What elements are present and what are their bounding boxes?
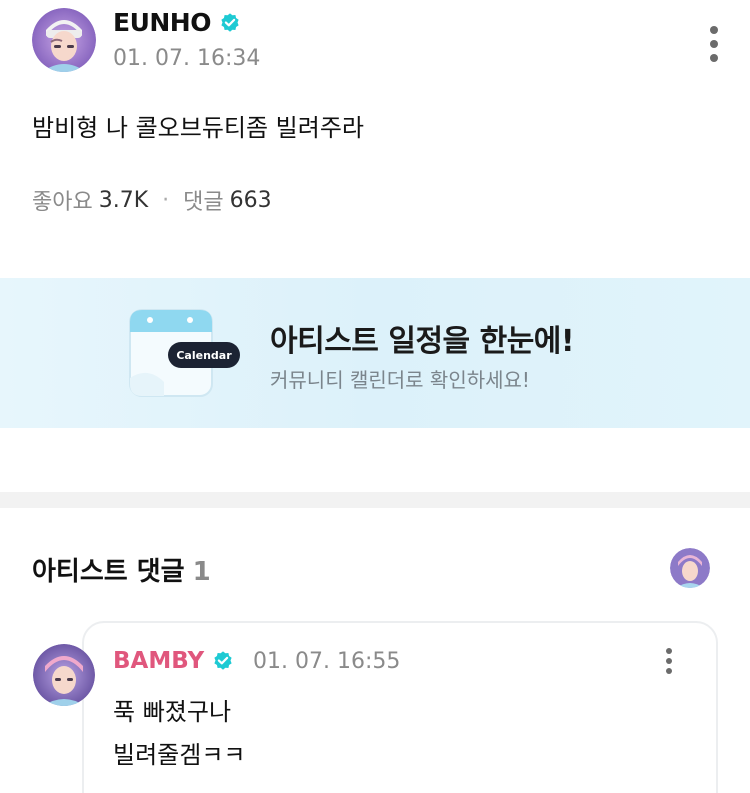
artist-comments-header: 아티스트 댓글 1 — [32, 551, 211, 588]
artist-avatar-small[interactable] — [670, 548, 710, 588]
likes-count[interactable]: 3.7K — [99, 188, 148, 213]
post-header: EUNHO 01. 07. 16:34 — [32, 8, 732, 74]
banner-title: 아티스트 일정을 한눈에! — [270, 324, 575, 359]
comments-count[interactable]: 663 — [230, 188, 272, 213]
author-avatar[interactable] — [32, 8, 96, 72]
more-dot — [710, 26, 718, 34]
artist-comments-count: 1 — [192, 557, 211, 587]
more-dot — [666, 668, 672, 674]
calendar-icon: Calendar — [128, 308, 243, 400]
more-vertical-icon[interactable] — [708, 26, 720, 62]
verified-badge-icon — [221, 12, 239, 32]
post-timestamp: 01. 07. 16:34 — [113, 46, 261, 71]
post-stats: 좋아요 3.7K · 댓글 663 — [32, 184, 272, 216]
post-body: 밤비형 나 콜오브듀티좀 빌려주라 — [32, 114, 365, 142]
more-vertical-icon[interactable] — [664, 648, 674, 674]
banner-subtitle: 커뮤니티 캘린더로 확인하세요! — [270, 368, 530, 392]
section-divider — [0, 492, 750, 508]
author-name-text: EUNHO — [113, 8, 211, 37]
calendar-label: Calendar — [176, 349, 232, 362]
more-dot — [666, 648, 672, 654]
comment-timestamp: 01. 07. 16:55 — [253, 649, 401, 674]
more-dot — [710, 54, 718, 62]
comment-author-avatar[interactable] — [33, 644, 95, 706]
comment-author-name: BAMBY — [113, 648, 205, 674]
likes-label: 좋아요 — [32, 190, 93, 215]
verified-badge-icon — [214, 651, 232, 670]
more-dot — [710, 40, 718, 48]
calendar-promo-banner[interactable]: Calendar 아티스트 일정을 한눈에! 커뮤니티 캘린더로 확인하세요! — [0, 278, 750, 428]
comment-text-line: 빌려줄겜ㅋㅋ — [113, 741, 246, 769]
comments-label: 댓글 — [183, 190, 224, 215]
more-dot — [666, 658, 672, 664]
stat-separator: · — [162, 187, 170, 213]
author-name[interactable]: EUNHO — [113, 8, 241, 37]
artist-comments-title: 아티스트 댓글 — [32, 557, 185, 587]
comment-author[interactable]: BAMBY — [113, 648, 234, 674]
comment-text-line: 푹 빠졌구나 — [113, 698, 232, 726]
